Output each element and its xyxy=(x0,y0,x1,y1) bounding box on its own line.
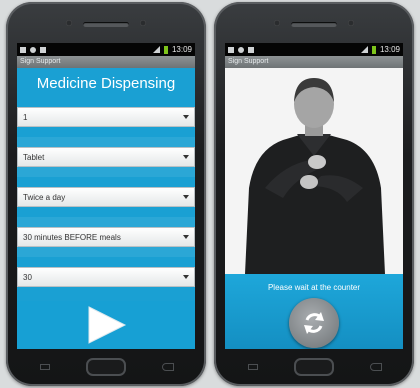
dropdown-arrow-icon xyxy=(183,195,189,199)
back-key-icon[interactable] xyxy=(370,363,382,371)
dropdown-value: Tablet xyxy=(23,152,45,162)
dropdown-arrow-icon xyxy=(183,155,189,159)
status-panel: Please wait at the counter xyxy=(225,274,403,349)
sign-video[interactable] xyxy=(225,68,403,274)
frequency-dropdown[interactable]: Twice a day xyxy=(17,187,195,207)
duration-dropdown[interactable]: 30 xyxy=(17,267,195,287)
dropdown-row: 30 minutes BEFORE meals xyxy=(17,217,195,257)
page-title: Medicine Dispensing xyxy=(36,75,176,92)
signal-icon xyxy=(360,46,368,53)
home-button[interactable] xyxy=(294,358,334,376)
hardware-keys xyxy=(6,354,206,380)
right-phone: 13:09 Sign Support Please wait at the co… xyxy=(214,2,414,386)
status-time: 13:09 xyxy=(171,45,192,54)
notification-icon xyxy=(30,46,36,53)
dropdown-value: 30 minutes BEFORE meals xyxy=(23,232,121,242)
wait-message: Please wait at the counter xyxy=(267,283,361,292)
replay-button[interactable] xyxy=(289,298,339,348)
sync-icon xyxy=(40,46,46,53)
dropdown-value: Twice a day xyxy=(23,192,66,202)
dropdown-arrow-icon xyxy=(183,235,189,239)
app-title-bar: Sign Support xyxy=(17,56,195,68)
battery-icon xyxy=(163,45,168,54)
proximity-sensor xyxy=(274,20,280,26)
front-camera xyxy=(348,20,354,26)
dropdown-row: Tablet xyxy=(17,137,195,177)
proximity-sensor xyxy=(66,20,72,26)
hardware-keys xyxy=(214,354,414,380)
signal-icon xyxy=(152,46,160,53)
menu-key-icon[interactable] xyxy=(248,364,258,370)
status-time: 13:09 xyxy=(379,45,400,54)
home-button[interactable] xyxy=(86,358,126,376)
dropdown-row: 1 xyxy=(17,97,195,137)
dropdown-arrow-icon xyxy=(183,115,189,119)
menu-key-icon[interactable] xyxy=(40,364,50,370)
usb-icon xyxy=(20,46,26,53)
refresh-icon xyxy=(304,312,324,334)
dropdown-value: 30 xyxy=(23,272,32,282)
app-title-bar: Sign Support xyxy=(225,56,403,68)
usb-icon xyxy=(228,46,234,53)
earpiece-speaker xyxy=(83,22,129,27)
play-area xyxy=(17,301,195,349)
play-icon[interactable] xyxy=(85,305,127,345)
dropdown-arrow-icon xyxy=(183,275,189,279)
dropdown-row: 30 xyxy=(17,257,195,297)
right-screen: 13:09 Sign Support Please wait at the co… xyxy=(225,43,403,349)
earpiece-speaker xyxy=(291,22,337,27)
timing-dropdown[interactable]: 30 minutes BEFORE meals xyxy=(17,227,195,247)
battery-icon xyxy=(371,45,376,54)
dropdown-row: Twice a day xyxy=(17,177,195,217)
dropdown-value: 1 xyxy=(23,112,28,122)
signer-figure xyxy=(225,68,403,274)
status-bar: 13:09 xyxy=(17,43,195,56)
back-key-icon[interactable] xyxy=(162,363,174,371)
status-bar: 13:09 xyxy=(225,43,403,56)
left-screen: 13:09 Sign Support Medicine Dispensing 1… xyxy=(17,43,195,349)
form-dropdown[interactable]: Tablet xyxy=(17,147,195,167)
quantity-dropdown[interactable]: 1 xyxy=(17,107,195,127)
sync-icon xyxy=(248,46,254,53)
front-camera xyxy=(140,20,146,26)
notification-icon xyxy=(238,46,244,53)
left-phone: 13:09 Sign Support Medicine Dispensing 1… xyxy=(6,2,206,386)
